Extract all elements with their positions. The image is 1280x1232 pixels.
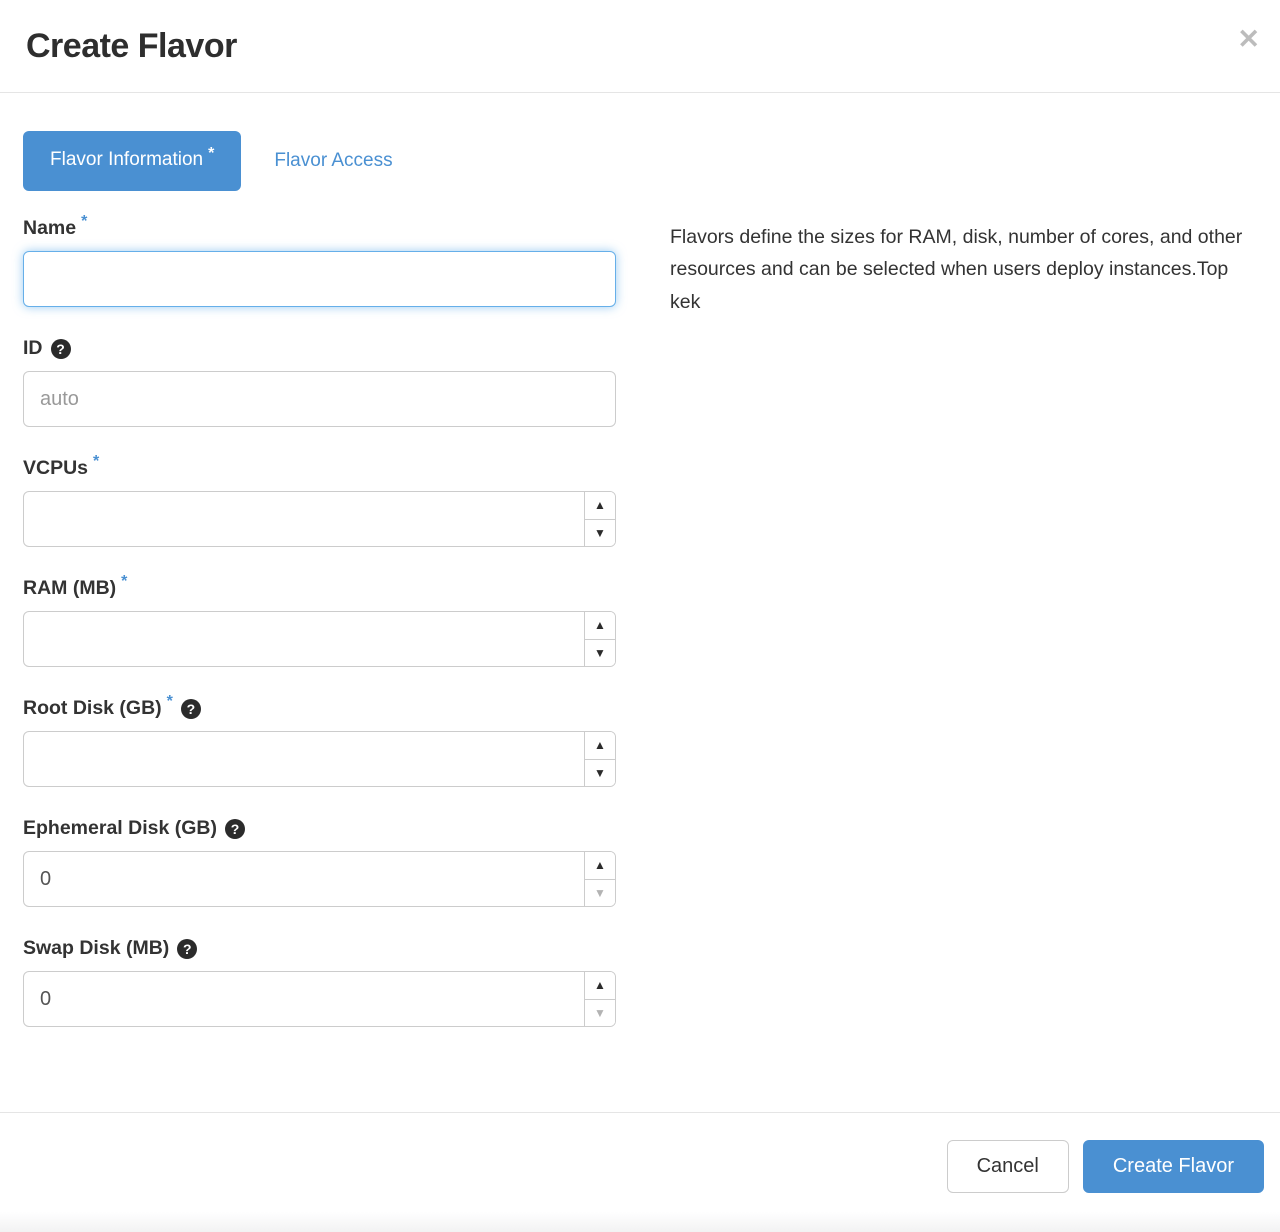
swap-disk-label-row: Swap Disk (MB) ? [23, 937, 616, 960]
cancel-button[interactable]: Cancel [947, 1140, 1069, 1193]
vcpus-label-row: VCPUs* [23, 457, 616, 480]
tab-bar: Flavor Information * Flavor Access [23, 131, 1257, 191]
help-icon[interactable]: ? [177, 939, 197, 959]
required-asterisk: * [121, 573, 127, 591]
tab-label: Flavor Information [50, 149, 203, 170]
modal-header: Create Flavor ✕ [0, 0, 1280, 93]
root-disk-label: Root Disk (GB) [23, 697, 162, 720]
tab-flavor-access[interactable]: Flavor Access [274, 132, 392, 190]
form-group-name: Name* [23, 217, 616, 307]
spin-down-icon[interactable]: ▼ [585, 640, 615, 667]
help-icon[interactable]: ? [181, 699, 201, 719]
flavor-description-text: Flavors define the sizes for RAM, disk, … [616, 217, 1257, 1057]
form-group-id: ID ? [23, 337, 616, 427]
required-asterisk: * [81, 213, 87, 231]
name-label-row: Name* [23, 217, 616, 240]
modal-body: Flavor Information* Flavor Access Name* [0, 93, 1280, 1112]
create-flavor-button[interactable]: Create Flavor [1083, 1140, 1264, 1193]
create-flavor-modal: Create Flavor ✕ Flavor Information * Flav… [0, 0, 1280, 1232]
modal-columns: Name* ID ? [23, 217, 1257, 1057]
vcpus-input-wrap: ▲ ▼ [23, 491, 616, 547]
ephemeral-disk-label-row: Ephemeral Disk (GB) ? [23, 817, 616, 840]
close-icon[interactable]: ✕ [1237, 26, 1260, 53]
name-input[interactable] [23, 251, 616, 307]
flavor-form: Name* ID ? [23, 217, 616, 1057]
root-disk-input-wrap: ▲ ▼ [23, 731, 616, 787]
spin-up-icon[interactable]: ▲ [585, 732, 615, 760]
ephemeral-disk-label: Ephemeral Disk (GB) [23, 817, 217, 840]
ephemeral-disk-input-wrap: ▲ ▼ [23, 851, 616, 907]
tab-flavor-information[interactable]: Flavor Information * [23, 131, 241, 191]
required-asterisk: * [167, 693, 173, 711]
ram-input-wrap: ▲ ▼ [23, 611, 616, 667]
id-input[interactable] [23, 371, 616, 427]
spin-up-icon[interactable]: ▲ [585, 492, 615, 520]
id-label-row: ID ? [23, 337, 616, 360]
tab-label: Flavor Access [274, 150, 392, 171]
spin-down-icon[interactable]: ▼ [585, 880, 615, 907]
name-label: Name [23, 217, 76, 240]
form-group-ram: RAM (MB)* ▲ ▼ [23, 577, 616, 667]
id-label: ID [23, 337, 43, 360]
form-group-vcpus: VCPUs* ▲ ▼ [23, 457, 616, 547]
ephemeral-disk-stepper: ▲ ▼ [584, 852, 615, 906]
required-asterisk: * [208, 145, 214, 162]
ephemeral-disk-input[interactable] [23, 851, 616, 907]
name-input-wrap [23, 251, 616, 307]
spin-up-icon[interactable]: ▲ [585, 852, 615, 880]
spin-up-icon[interactable]: ▲ [585, 612, 615, 640]
swap-disk-stepper: ▲ ▼ [584, 972, 615, 1026]
help-icon[interactable]: ? [51, 339, 71, 359]
form-group-root-disk: Root Disk (GB)* ? ▲ ▼ [23, 697, 616, 787]
form-group-swap-disk: Swap Disk (MB) ? ▲ ▼ [23, 937, 616, 1027]
page-background-strip [0, 1212, 1280, 1232]
swap-disk-label: Swap Disk (MB) [23, 937, 169, 960]
spin-down-icon[interactable]: ▼ [585, 520, 615, 547]
spin-down-icon[interactable]: ▼ [585, 1000, 615, 1027]
page-title: Create Flavor [26, 27, 1254, 66]
root-disk-label-row: Root Disk (GB)* ? [23, 697, 616, 720]
form-group-ephemeral-disk: Ephemeral Disk (GB) ? ▲ ▼ [23, 817, 616, 907]
ram-label: RAM (MB) [23, 577, 116, 600]
modal-footer: Cancel Create Flavor [0, 1112, 1280, 1193]
root-disk-input[interactable] [23, 731, 616, 787]
spin-down-icon[interactable]: ▼ [585, 760, 615, 787]
ram-stepper: ▲ ▼ [584, 612, 615, 666]
ram-input[interactable] [23, 611, 616, 667]
spin-up-icon[interactable]: ▲ [585, 972, 615, 1000]
help-icon[interactable]: ? [225, 819, 245, 839]
vcpus-stepper: ▲ ▼ [584, 492, 615, 546]
id-input-wrap [23, 371, 616, 427]
root-disk-stepper: ▲ ▼ [584, 732, 615, 786]
vcpus-label: VCPUs [23, 457, 88, 480]
vcpus-input[interactable] [23, 491, 616, 547]
swap-disk-input-wrap: ▲ ▼ [23, 971, 616, 1027]
ram-label-row: RAM (MB)* [23, 577, 616, 600]
required-asterisk: * [93, 453, 99, 471]
swap-disk-input[interactable] [23, 971, 616, 1027]
